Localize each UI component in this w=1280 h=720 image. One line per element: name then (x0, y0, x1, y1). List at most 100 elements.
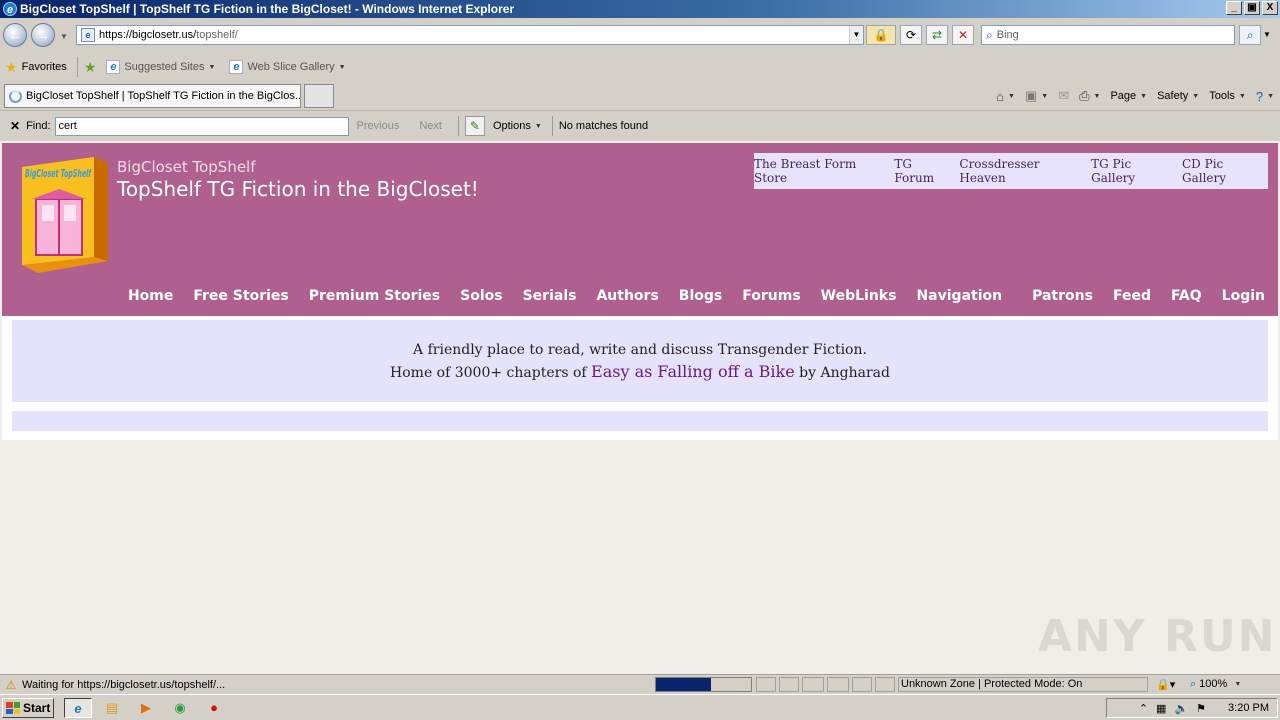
nav-feed[interactable]: Feed (1113, 288, 1151, 304)
taskbar-ie-icon[interactable]: e (64, 698, 92, 718)
content-strip (12, 411, 1268, 431)
nav-patrons[interactable]: Patrons (1032, 288, 1093, 304)
home-icon: ⌂ (996, 88, 1005, 104)
loading-icon (9, 89, 22, 103)
search-options-dropdown-icon[interactable]: ▼ (1263, 30, 1271, 39)
add-to-favorites-bar-icon[interactable]: ★ (84, 59, 97, 76)
page-icon: e (81, 28, 95, 42)
link-breast-form-store[interactable]: The Breast Form Store (754, 157, 888, 185)
compatibility-view-icon[interactable]: ⟳ (900, 25, 922, 45)
close-find-icon[interactable]: ✕ (10, 119, 20, 133)
window-titlebar: e BigCloset TopShelf | TopShelf TG Ficti… (0, 0, 1280, 18)
status-cell (852, 677, 872, 692)
tab-bar: BigCloset TopShelf | TopShelf TG Fiction… (0, 82, 1280, 110)
nav-authors[interactable]: Authors (596, 288, 658, 304)
nav-blogs[interactable]: Blogs (679, 288, 722, 304)
progress-bar (655, 677, 752, 692)
network-icon[interactable]: ▦ (1156, 702, 1166, 715)
find-input[interactable]: cert (54, 116, 349, 136)
back-button[interactable]: ← (3, 23, 27, 47)
status-bar: ⚠ Waiting for https://bigclosetr.us/tops… (0, 674, 1280, 694)
home-button[interactable]: ⌂ ▼ (996, 89, 1015, 104)
nav-navigation[interactable]: Navigation (916, 288, 1002, 304)
logo-text: BigCloset TopShelf (25, 167, 92, 180)
search-input[interactable]: ⌕ Bing (981, 25, 1235, 45)
recent-pages-dropdown-icon[interactable]: ▼ (60, 32, 68, 41)
favorites-button[interactable]: ★ Favorites (5, 59, 67, 76)
safety-menu[interactable]: Safety ▼ (1157, 90, 1199, 102)
site-header: BigCloset TopShelf BigCloset TopShelf To… (2, 143, 1278, 316)
window-controls: _ ▣ X (1226, 1, 1278, 15)
forward-button[interactable]: → (31, 23, 55, 47)
search-provider-icon: ⌕ (986, 27, 993, 42)
link-crossdresser-heaven[interactable]: Crossdresser Heaven (959, 157, 1085, 185)
minimize-button[interactable]: _ (1226, 1, 1242, 15)
clock[interactable]: 3:20 PM (1228, 702, 1269, 714)
print-button[interactable]: ⎙ ▼ (1079, 88, 1100, 104)
feeds-button[interactable]: ▣ ▼ (1025, 88, 1048, 104)
ie-logo-icon: e (3, 2, 17, 16)
search-button[interactable]: ⌕ (1239, 25, 1261, 45)
favorite-link-web-slice-gallery[interactable]: e Web Slice Gallery ▼ (229, 60, 346, 74)
nav-faq[interactable]: FAQ (1171, 288, 1202, 304)
nav-weblinks[interactable]: WebLinks (821, 288, 897, 304)
nav-serials[interactable]: Serials (523, 288, 577, 304)
address-toolbar: ← → ▼ e https://bigclosetr.us/topshelf/ … (0, 18, 1280, 52)
status-cell (827, 677, 849, 692)
address-bar[interactable]: e https://bigclosetr.us/topshelf/ ▼ (76, 25, 864, 45)
help-button[interactable]: ? ▼ (1256, 89, 1274, 104)
content-area: A friendly place to read, write and disc… (2, 316, 1278, 440)
refresh-icon[interactable]: ⇄ (926, 25, 948, 45)
site-title[interactable]: TopShelf TG Fiction in the BigCloset! (117, 177, 479, 201)
link-tg-pic-gallery[interactable]: TG Pic Gallery (1091, 157, 1176, 185)
lock-icon[interactable]: 🔒 (866, 25, 896, 45)
zoom-control[interactable]: ⌕ 100% ▼ (1190, 677, 1265, 692)
main-nav: Home Free Stories Premium Stories Solos … (128, 288, 1265, 304)
start-button[interactable]: Start (2, 698, 54, 718)
find-previous-button[interactable]: Previous (357, 120, 400, 132)
link-cd-pic-gallery[interactable]: CD Pic Gallery (1182, 157, 1268, 185)
taskbar-chrome-icon[interactable]: ◉ (166, 698, 194, 718)
nav-solos[interactable]: Solos (460, 288, 502, 304)
restore-button[interactable]: ▣ (1244, 1, 1260, 15)
nav-forums[interactable]: Forums (742, 288, 800, 304)
favorite-link-suggested-sites[interactable]: e Suggested Sites ▼ (106, 60, 215, 74)
intro-panel: A friendly place to read, write and disc… (12, 320, 1268, 402)
divider (457, 116, 459, 136)
nav-free-stories[interactable]: Free Stories (193, 288, 288, 304)
page-menu[interactable]: Page ▼ (1110, 90, 1147, 102)
url-text[interactable]: https://bigclosetr.us/topshelf/ (99, 29, 238, 41)
security-zone[interactable]: Unknown Zone | Protected Mode: On (898, 677, 1148, 692)
read-mail-button[interactable]: ✉ (1058, 88, 1069, 104)
top-links: The Breast Form Store TG Forum Crossdres… (754, 153, 1268, 189)
address-dropdown-icon[interactable]: ▼ (849, 26, 863, 44)
site-logo[interactable]: BigCloset TopShelf (16, 153, 112, 275)
find-next-button[interactable]: Next (419, 120, 442, 132)
taskbar-media-player-icon[interactable]: ▶ (132, 698, 160, 718)
protected-mode-icon[interactable]: 🔒▾ (1156, 678, 1175, 691)
page-viewport: BigCloset TopShelf BigCloset TopShelf To… (0, 141, 1280, 670)
close-button[interactable]: X (1262, 1, 1278, 15)
site-subtitle: BigCloset TopShelf (117, 158, 256, 176)
tools-menu[interactable]: Tools ▼ (1209, 90, 1246, 102)
nav-premium-stories[interactable]: Premium Stories (309, 288, 440, 304)
status-cell (802, 677, 824, 692)
link-tg-forum[interactable]: TG Forum (894, 157, 953, 185)
show-hidden-icons-icon[interactable]: ⌃ (1139, 702, 1148, 715)
taskbar-explorer-icon[interactable]: ▤ (98, 698, 126, 718)
volume-icon[interactable]: 🔈 (1174, 702, 1188, 715)
intro-line-1: A friendly place to read, write and disc… (413, 342, 867, 358)
nav-home[interactable]: Home (128, 288, 173, 304)
tab-bigcloset[interactable]: BigCloset TopShelf | TopShelf TG Fiction… (4, 84, 301, 108)
book-link[interactable]: Easy as Falling off a Bike (591, 362, 795, 381)
chevron-down-icon: ▼ (1234, 681, 1242, 688)
nav-login[interactable]: Login (1222, 288, 1265, 304)
stop-icon[interactable]: ✕ (952, 25, 974, 45)
new-tab-button[interactable] (304, 84, 334, 108)
taskbar-antivirus-icon[interactable]: ● (200, 698, 228, 718)
window-title: BigCloset TopShelf | TopShelf TG Fiction… (20, 2, 515, 16)
highlight-icon[interactable]: ✎ (464, 116, 485, 136)
rss-icon: ▣ (1024, 88, 1038, 103)
find-options-button[interactable]: Options ▼ (493, 120, 542, 132)
action-center-flag-icon[interactable]: ⚑ (1196, 702, 1206, 715)
